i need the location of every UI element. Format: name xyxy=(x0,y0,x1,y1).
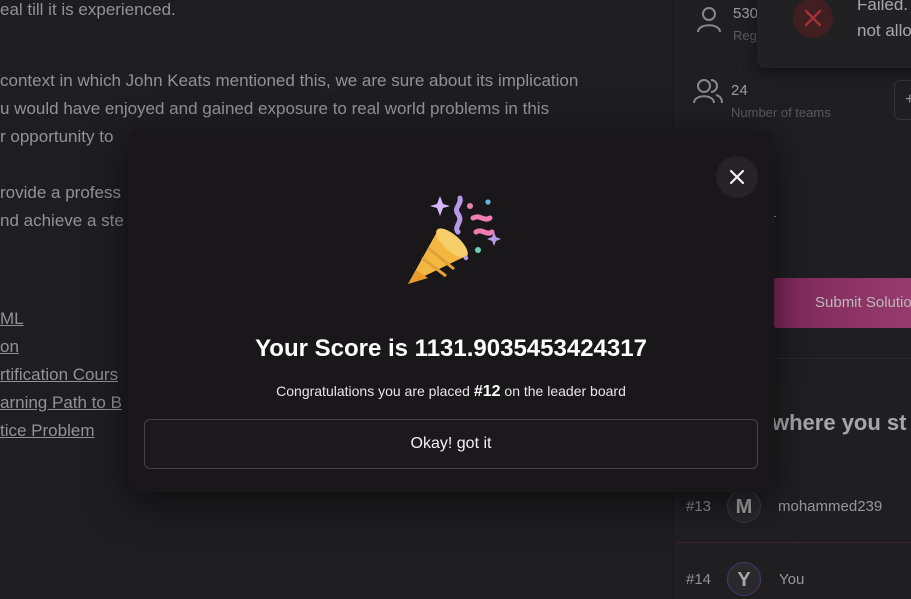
close-button[interactable] xyxy=(716,156,758,198)
score-title: Your Score is 1131.9035453424317 xyxy=(255,335,647,362)
placement-message: Congratulations you are placed #12 on th… xyxy=(128,383,774,401)
placement-suffix: on the leader board xyxy=(504,383,626,399)
score-modal: Your Score is 1131.9035453424317 Congrat… xyxy=(128,130,774,492)
close-icon xyxy=(729,169,745,185)
placement-rank: #12 xyxy=(473,383,501,400)
placement-prefix: Congratulations you are placed xyxy=(276,383,470,399)
party-popper-icon xyxy=(398,192,508,292)
okay-button[interactable]: Okay! got it xyxy=(144,419,758,469)
